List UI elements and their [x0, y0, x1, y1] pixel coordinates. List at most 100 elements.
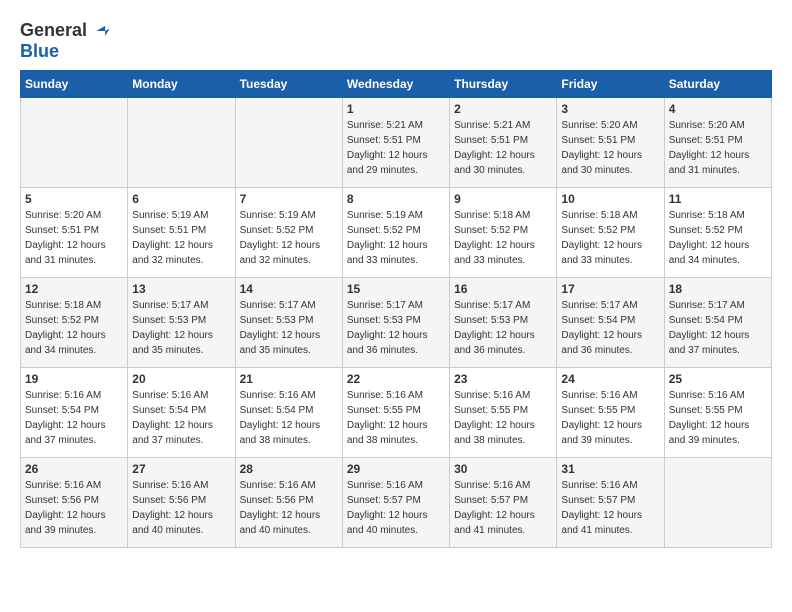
calendar-cell: 30 Sunrise: 5:16 AMSunset: 5:57 PMDayligh… — [450, 457, 557, 547]
header-day-monday: Monday — [128, 70, 235, 97]
calendar-cell: 5 Sunrise: 5:20 AMSunset: 5:51 PMDaylight… — [21, 187, 128, 277]
calendar-cell: 9 Sunrise: 5:18 AMSunset: 5:52 PMDaylight… — [450, 187, 557, 277]
day-info: Sunrise: 5:17 AMSunset: 5:53 PMDaylight:… — [454, 300, 535, 356]
header-day-friday: Friday — [557, 70, 664, 97]
calendar-cell: 4 Sunrise: 5:20 AMSunset: 5:51 PMDaylight… — [664, 97, 771, 187]
day-number: 2 — [454, 102, 552, 116]
day-info: Sunrise: 5:16 AMSunset: 5:57 PMDaylight:… — [454, 480, 535, 536]
day-number: 22 — [347, 372, 445, 386]
day-info: Sunrise: 5:16 AMSunset: 5:55 PMDaylight:… — [347, 390, 428, 446]
day-info: Sunrise: 5:18 AMSunset: 5:52 PMDaylight:… — [561, 210, 642, 266]
calendar-cell: 3 Sunrise: 5:20 AMSunset: 5:51 PMDaylight… — [557, 97, 664, 187]
logo-general: General — [20, 21, 87, 41]
calendar-cell — [21, 97, 128, 187]
day-number: 17 — [561, 282, 659, 296]
day-number: 4 — [669, 102, 767, 116]
calendar-cell: 17 Sunrise: 5:17 AMSunset: 5:54 PMDayligh… — [557, 277, 664, 367]
calendar-cell: 31 Sunrise: 5:16 AMSunset: 5:57 PMDayligh… — [557, 457, 664, 547]
day-info: Sunrise: 5:19 AMSunset: 5:51 PMDaylight:… — [132, 210, 213, 266]
header: General Blue — [20, 20, 772, 62]
day-number: 31 — [561, 462, 659, 476]
day-number: 28 — [240, 462, 338, 476]
calendar-cell: 21 Sunrise: 5:16 AMSunset: 5:54 PMDayligh… — [235, 367, 342, 457]
calendar-cell: 20Sunrise: 5:16 AMSunset: 5:54 PMDayligh… — [128, 367, 235, 457]
day-number: 9 — [454, 192, 552, 206]
day-number: 16 — [454, 282, 552, 296]
day-number: 30 — [454, 462, 552, 476]
calendar-cell — [664, 457, 771, 547]
day-info: Sunrise: 5:16 AMSunset: 5:56 PMDaylight:… — [240, 480, 321, 536]
week-row-5: 26 Sunrise: 5:16 AMSunset: 5:56 PMDayligh… — [21, 457, 772, 547]
day-info: Sunrise: 5:16 AMSunset: 5:56 PMDaylight:… — [132, 480, 213, 536]
calendar-cell: 27Sunrise: 5:16 AMSunset: 5:56 PMDayligh… — [128, 457, 235, 547]
logo-blue: Blue — [20, 42, 59, 62]
calendar-cell: 8 Sunrise: 5:19 AMSunset: 5:52 PMDaylight… — [342, 187, 449, 277]
day-info: Sunrise: 5:21 AMSunset: 5:51 PMDaylight:… — [347, 120, 428, 176]
calendar-cell: 11 Sunrise: 5:18 AMSunset: 5:52 PMDayligh… — [664, 187, 771, 277]
header-day-sunday: Sunday — [21, 70, 128, 97]
calendar-cell: 23 Sunrise: 5:16 AMSunset: 5:55 PMDayligh… — [450, 367, 557, 457]
day-number: 3 — [561, 102, 659, 116]
day-number: 1 — [347, 102, 445, 116]
calendar-cell: 6 Sunrise: 5:19 AMSunset: 5:51 PMDaylight… — [128, 187, 235, 277]
day-info: Sunrise: 5:17 AMSunset: 5:53 PMDaylight:… — [240, 300, 321, 356]
day-number: 29 — [347, 462, 445, 476]
calendar-cell: 13Sunrise: 5:17 AMSunset: 5:53 PMDayligh… — [128, 277, 235, 367]
calendar-table: SundayMondayTuesdayWednesdayThursdayFrid… — [20, 70, 772, 548]
day-number: 11 — [669, 192, 767, 206]
day-number: 26 — [25, 462, 123, 476]
calendar-cell: 25 Sunrise: 5:16 AMSunset: 5:55 PMDayligh… — [664, 367, 771, 457]
day-number: 5 — [25, 192, 123, 206]
day-info: Sunrise: 5:18 AMSunset: 5:52 PMDaylight:… — [25, 300, 106, 356]
day-number: 24 — [561, 372, 659, 386]
day-number: 23 — [454, 372, 552, 386]
calendar-cell: 14 Sunrise: 5:17 AMSunset: 5:53 PMDayligh… — [235, 277, 342, 367]
calendar-cell: 24 Sunrise: 5:16 AMSunset: 5:55 PMDayligh… — [557, 367, 664, 457]
day-info: Sunrise: 5:21 AMSunset: 5:51 PMDaylight:… — [454, 120, 535, 176]
day-number: 8 — [347, 192, 445, 206]
header-day-tuesday: Tuesday — [235, 70, 342, 97]
day-number: 25 — [669, 372, 767, 386]
calendar-cell: 10 Sunrise: 5:18 AMSunset: 5:52 PMDayligh… — [557, 187, 664, 277]
day-number: 10 — [561, 192, 659, 206]
day-info: Sunrise: 5:18 AMSunset: 5:52 PMDaylight:… — [454, 210, 535, 266]
day-number: 20 — [132, 372, 230, 386]
logo: General Blue — [20, 20, 111, 62]
day-info: Sunrise: 5:20 AMSunset: 5:51 PMDaylight:… — [669, 120, 750, 176]
calendar-cell: 12Sunrise: 5:18 AMSunset: 5:52 PMDayligh… — [21, 277, 128, 367]
day-info: Sunrise: 5:20 AMSunset: 5:51 PMDaylight:… — [561, 120, 642, 176]
calendar-cell: 26 Sunrise: 5:16 AMSunset: 5:56 PMDayligh… — [21, 457, 128, 547]
day-info: Sunrise: 5:19 AMSunset: 5:52 PMDaylight:… — [240, 210, 321, 266]
day-info: Sunrise: 5:16 AMSunset: 5:56 PMDaylight:… — [25, 480, 106, 536]
calendar-cell — [235, 97, 342, 187]
calendar-cell: 2 Sunrise: 5:21 AMSunset: 5:51 PMDaylight… — [450, 97, 557, 187]
header-day-thursday: Thursday — [450, 70, 557, 97]
calendar-cell — [128, 97, 235, 187]
week-row-1: 1 Sunrise: 5:21 AMSunset: 5:51 PMDaylight… — [21, 97, 772, 187]
logo-bird-icon — [89, 20, 111, 42]
calendar-cell: 1 Sunrise: 5:21 AMSunset: 5:51 PMDaylight… — [342, 97, 449, 187]
day-info: Sunrise: 5:16 AMSunset: 5:57 PMDaylight:… — [347, 480, 428, 536]
day-info: Sunrise: 5:16 AMSunset: 5:57 PMDaylight:… — [561, 480, 642, 536]
header-day-saturday: Saturday — [664, 70, 771, 97]
day-info: Sunrise: 5:17 AMSunset: 5:54 PMDaylight:… — [561, 300, 642, 356]
day-number: 7 — [240, 192, 338, 206]
day-info: Sunrise: 5:16 AMSunset: 5:55 PMDaylight:… — [454, 390, 535, 446]
day-number: 15 — [347, 282, 445, 296]
calendar-cell: 16 Sunrise: 5:17 AMSunset: 5:53 PMDayligh… — [450, 277, 557, 367]
week-row-3: 12Sunrise: 5:18 AMSunset: 5:52 PMDayligh… — [21, 277, 772, 367]
day-info: Sunrise: 5:17 AMSunset: 5:53 PMDaylight:… — [347, 300, 428, 356]
day-number: 19 — [25, 372, 123, 386]
day-number: 6 — [132, 192, 230, 206]
calendar-cell: 29 Sunrise: 5:16 AMSunset: 5:57 PMDayligh… — [342, 457, 449, 547]
day-number: 21 — [240, 372, 338, 386]
day-number: 14 — [240, 282, 338, 296]
day-info: Sunrise: 5:18 AMSunset: 5:52 PMDaylight:… — [669, 210, 750, 266]
day-info: Sunrise: 5:19 AMSunset: 5:52 PMDaylight:… — [347, 210, 428, 266]
calendar-cell: 15 Sunrise: 5:17 AMSunset: 5:53 PMDayligh… — [342, 277, 449, 367]
day-info: Sunrise: 5:16 AMSunset: 5:54 PMDaylight:… — [240, 390, 321, 446]
week-row-2: 5 Sunrise: 5:20 AMSunset: 5:51 PMDaylight… — [21, 187, 772, 277]
day-info: Sunrise: 5:16 AMSunset: 5:55 PMDaylight:… — [669, 390, 750, 446]
day-info: Sunrise: 5:20 AMSunset: 5:51 PMDaylight:… — [25, 210, 106, 266]
day-info: Sunrise: 5:16 AMSunset: 5:55 PMDaylight:… — [561, 390, 642, 446]
